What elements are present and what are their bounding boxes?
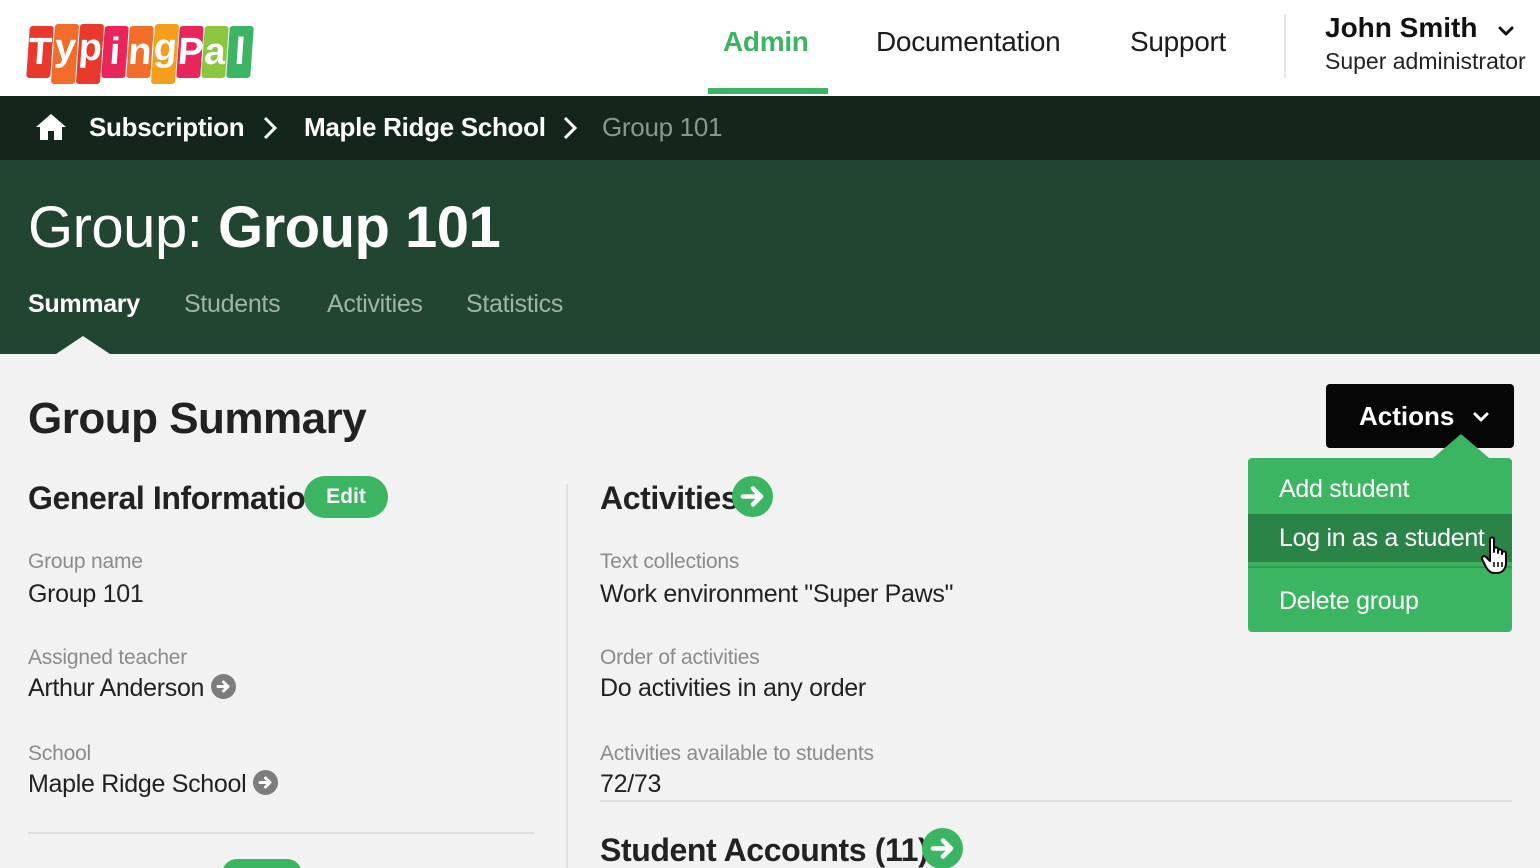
school-label: School: [28, 742, 92, 765]
active-tab-indicator: [56, 336, 110, 354]
order-value: Do activities in any order: [600, 674, 866, 702]
breadcrumb-current: Group 101: [602, 112, 723, 142]
nav-divider: [1284, 14, 1286, 78]
student-accounts-count: (11): [874, 832, 929, 868]
menu-pointer: [1433, 434, 1489, 458]
column-divider: [566, 484, 568, 868]
divider: [28, 832, 534, 834]
menu-divider: [1248, 566, 1512, 568]
chevron-down-icon[interactable]: [1472, 408, 1490, 426]
user-name[interactable]: John Smith: [1325, 12, 1477, 44]
edit-button[interactable]: Edit: [304, 476, 388, 518]
teacher-label: Assigned teacher: [28, 646, 188, 669]
nav-documentation[interactable]: Documentation: [876, 26, 1061, 58]
activities-heading: Activities: [600, 480, 739, 516]
teacher-name[interactable]: Arthur Anderson: [28, 674, 204, 702]
logo-letter: n: [126, 26, 154, 78]
logo-letter: l: [226, 26, 254, 78]
menu-item-add-student[interactable]: Add student: [1248, 465, 1512, 513]
nav-support[interactable]: Support: [1130, 26, 1226, 58]
hand-pointer-icon: [1480, 536, 1507, 574]
arrow-right-circle-icon[interactable]: [211, 674, 237, 699]
order-label: Order of activities: [600, 646, 760, 669]
logo-letter: i: [101, 26, 129, 78]
top-navigation: TypingPal Admin Documentation Support Jo…: [0, 0, 1540, 96]
arrow-right-circle-icon[interactable]: [922, 828, 963, 868]
divider: [600, 800, 1512, 802]
group-name-label: Group name: [28, 550, 143, 573]
student-accounts-label: Student Accounts: [600, 832, 867, 868]
breadcrumb-school[interactable]: Maple Ridge School: [304, 112, 546, 143]
available-label: Activities available to students: [600, 742, 874, 765]
menu-item-delete-group[interactable]: Delete group: [1248, 577, 1512, 625]
breadcrumb: Subscription Maple Ridge School Group 10…: [0, 96, 1540, 160]
partial-button[interactable]: [222, 859, 302, 868]
actions-menu: Add student Log in as a student Delete g…: [1248, 458, 1512, 632]
breadcrumb-subscription[interactable]: Subscription: [89, 112, 245, 143]
school-value[interactable]: Maple Ridge School: [28, 770, 279, 799]
available-value: 72/73: [600, 770, 662, 798]
logo-letter: g: [150, 24, 180, 84]
logo-letter: p: [75, 24, 105, 84]
arrow-right-circle-icon[interactable]: [253, 770, 279, 795]
tab-summary[interactable]: Summary: [28, 290, 140, 319]
tab-statistics[interactable]: Statistics: [466, 290, 563, 319]
teacher-value[interactable]: Arthur Anderson: [28, 674, 237, 703]
group-header: Group: Group 101 Summary Students Activi…: [0, 160, 1540, 354]
chevron-right-icon: [563, 116, 578, 140]
active-nav-indicator: [708, 88, 828, 94]
text-collections-value: Work environment "Super Paws": [600, 580, 954, 608]
typingpal-logo[interactable]: TypingPal: [26, 12, 254, 84]
general-info-heading: General Information: [28, 480, 325, 516]
logo-letter: P: [176, 26, 205, 78]
nav-admin[interactable]: Admin: [723, 26, 809, 58]
chevron-right-icon: [263, 116, 278, 140]
user-role: Super administrator: [1325, 48, 1526, 74]
home-icon[interactable]: [35, 112, 67, 142]
arrow-right-circle-icon[interactable]: [732, 476, 773, 517]
tab-activities[interactable]: Activities: [327, 290, 423, 319]
chevron-down-icon[interactable]: [1497, 22, 1515, 40]
page-title: Group: Group 101: [28, 194, 501, 261]
logo-letter: T: [26, 26, 54, 78]
student-accounts-heading: Student Accounts (11): [600, 832, 929, 868]
tab-students[interactable]: Students: [184, 290, 281, 319]
text-collections-label: Text collections: [600, 550, 740, 573]
menu-item-log-in-as-student[interactable]: Log in as a student: [1248, 514, 1512, 562]
logo-letter: a: [201, 26, 229, 78]
title-group-name: Group 101: [217, 195, 501, 260]
group-name-value: Group 101: [28, 580, 144, 608]
logo-letter: y: [50, 24, 80, 84]
school-name[interactable]: Maple Ridge School: [28, 770, 247, 798]
actions-label[interactable]: Actions: [1359, 401, 1454, 432]
title-prefix: Group:: [28, 195, 203, 260]
section-heading: Group Summary: [28, 394, 367, 443]
